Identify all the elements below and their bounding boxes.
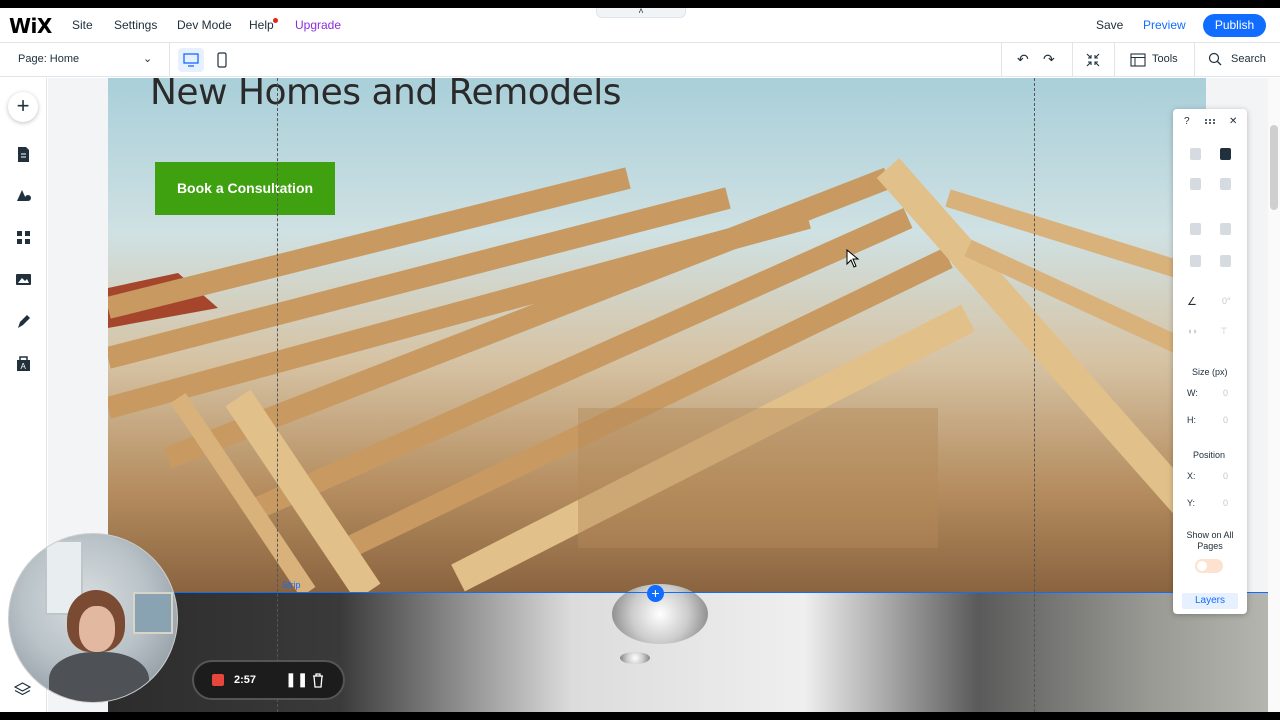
layers-stack-icon[interactable] bbox=[14, 681, 31, 698]
preview-button[interactable]: Preview bbox=[1143, 18, 1186, 32]
letterbox-bottom bbox=[0, 712, 1280, 720]
menu-site[interactable]: Site bbox=[72, 18, 93, 32]
zoom-out-icon[interactable] bbox=[1086, 53, 1100, 67]
height-label: H: bbox=[1187, 415, 1196, 425]
menu-settings[interactable]: Settings bbox=[114, 18, 157, 32]
publish-button[interactable]: Publish bbox=[1203, 14, 1266, 37]
presenter-face bbox=[79, 606, 115, 652]
business-icon[interactable]: A bbox=[15, 355, 32, 372]
flip-horizontal-icon[interactable]: ◖◗ bbox=[1187, 326, 1198, 336]
desktop-view-button[interactable] bbox=[178, 48, 204, 72]
chevron-down-icon[interactable]: ⌄ bbox=[143, 52, 152, 65]
width-field[interactable]: 0 bbox=[1223, 388, 1228, 398]
svg-text:A: A bbox=[21, 362, 27, 371]
delete-icon[interactable] bbox=[1220, 178, 1231, 190]
mobile-icon[interactable] bbox=[215, 51, 229, 69]
wix-logo[interactable]: WiX bbox=[9, 14, 52, 38]
drag-handle-icon[interactable] bbox=[1204, 118, 1217, 125]
help-icon[interactable]: ? bbox=[1184, 116, 1190, 127]
rotation-value[interactable]: 0° bbox=[1222, 296, 1231, 306]
right-grid-guide bbox=[1034, 78, 1035, 712]
stop-record-button[interactable] bbox=[212, 674, 224, 686]
inspector-panel: ? ✕ ∠ 0° ◖◗ ⊤ Size (px) W: 0 H: 0 Positi… bbox=[1173, 109, 1247, 614]
height-field[interactable]: 0 bbox=[1223, 415, 1228, 425]
strip-label: Strip bbox=[282, 580, 301, 590]
menu-dev-mode[interactable]: Dev Mode bbox=[177, 18, 232, 32]
search-icon[interactable] bbox=[1208, 52, 1222, 66]
divider bbox=[1072, 43, 1073, 77]
arrange-forward-icon[interactable] bbox=[1190, 223, 1201, 235]
save-button[interactable]: Save bbox=[1096, 18, 1123, 32]
pages-icon[interactable] bbox=[15, 146, 32, 163]
strip-selection-line bbox=[108, 592, 1268, 593]
tools-icon[interactable] bbox=[1130, 53, 1146, 67]
ceiling-light-image bbox=[620, 652, 650, 664]
divider bbox=[169, 43, 170, 77]
y-label: Y: bbox=[1187, 498, 1196, 508]
trash-icon[interactable] bbox=[312, 673, 324, 688]
book-consultation-button[interactable]: Book a Consultation bbox=[155, 162, 335, 215]
align-icon[interactable] bbox=[1190, 255, 1201, 267]
presenter-shirt bbox=[49, 652, 149, 702]
blog-pen-icon[interactable] bbox=[15, 313, 32, 330]
tools-button[interactable]: Tools bbox=[1152, 53, 1178, 65]
left-grid-guide bbox=[277, 78, 278, 712]
layers-button[interactable]: Layers bbox=[1182, 593, 1238, 609]
paste-icon[interactable] bbox=[1220, 148, 1231, 160]
help-notification-dot bbox=[273, 18, 278, 23]
distribute-icon[interactable] bbox=[1220, 255, 1231, 267]
roof-framing-image bbox=[108, 158, 1206, 592]
search-button[interactable]: Search bbox=[1231, 53, 1266, 65]
show-on-all-pages-label: Show on All Pages bbox=[1186, 530, 1234, 551]
add-section-button[interactable]: + bbox=[647, 585, 664, 602]
design-icon[interactable] bbox=[15, 187, 32, 204]
wall-art-image bbox=[133, 592, 173, 634]
show-on-all-pages-toggle[interactable] bbox=[1195, 559, 1223, 573]
top-bar: WiX Site Settings Dev Mode Help Upgrade … bbox=[0, 7, 1280, 43]
page-toolbar: Page: Home ⌄ ↶ ↷ Tools Search bbox=[0, 43, 1280, 77]
page-selector[interactable]: Page: Home bbox=[18, 53, 79, 65]
x-label: X: bbox=[1187, 471, 1196, 481]
editor-canvas[interactable]: New Homes and Remodels Book a Consultati… bbox=[48, 78, 1268, 712]
width-label: W: bbox=[1187, 388, 1198, 398]
hero-strip[interactable]: New Homes and Remodels Book a Consultati… bbox=[108, 78, 1206, 592]
add-elements-button[interactable]: + bbox=[8, 92, 38, 122]
duplicate-icon[interactable] bbox=[1190, 178, 1201, 190]
collapse-handle[interactable]: ˄ bbox=[596, 7, 686, 18]
screen-recorder-controls: 2:57 ❚❚ bbox=[192, 660, 345, 700]
y-field[interactable]: 0 bbox=[1223, 498, 1228, 508]
arrange-back-icon[interactable] bbox=[1220, 223, 1231, 235]
webcam-overlay bbox=[8, 533, 178, 703]
position-label: Position bbox=[1193, 450, 1226, 460]
size-label: Size (px) bbox=[1192, 367, 1228, 377]
x-field[interactable]: 0 bbox=[1223, 471, 1228, 481]
desktop-icon bbox=[183, 53, 199, 67]
wix-editor: WiX Site Settings Dev Mode Help Upgrade … bbox=[0, 0, 1280, 720]
divider bbox=[1114, 43, 1115, 77]
menu-upgrade[interactable]: Upgrade bbox=[295, 18, 341, 32]
menu-help[interactable]: Help bbox=[249, 18, 274, 32]
record-timer: 2:57 bbox=[234, 674, 257, 686]
apps-icon[interactable] bbox=[15, 229, 32, 246]
copy-icon[interactable] bbox=[1190, 148, 1201, 160]
flip-vertical-icon[interactable]: ⊤ bbox=[1220, 326, 1228, 337]
divider bbox=[1194, 43, 1195, 77]
redo-icon[interactable]: ↷ bbox=[1043, 51, 1055, 68]
mouse-cursor-icon bbox=[846, 249, 860, 268]
undo-icon[interactable]: ↶ bbox=[1017, 51, 1029, 68]
pause-icon[interactable]: ❚❚ bbox=[285, 671, 308, 688]
media-icon[interactable] bbox=[15, 271, 32, 288]
close-icon[interactable]: ✕ bbox=[1229, 116, 1237, 127]
rotation-icon: ∠ bbox=[1187, 296, 1197, 308]
scrollbar-thumb[interactable] bbox=[1270, 125, 1278, 210]
divider bbox=[1001, 43, 1002, 77]
hero-heading[interactable]: New Homes and Remodels bbox=[150, 78, 622, 113]
